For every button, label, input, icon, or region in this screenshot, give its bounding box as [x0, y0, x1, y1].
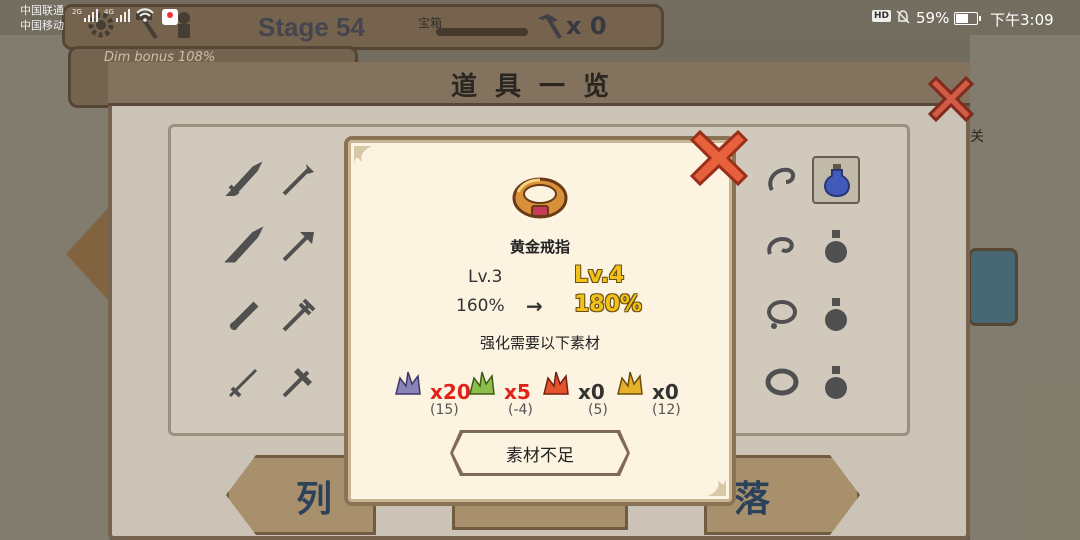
material-gold-required: x0 [652, 380, 679, 404]
material-purple-required: x20 [430, 380, 471, 404]
bonus-next: 180% [574, 292, 642, 317]
signal-1-tag: 2G [72, 8, 82, 16]
battery-percent: 59% [916, 9, 950, 27]
item-name: 黄金戒指 [509, 238, 570, 256]
green-crystal-icon [469, 371, 495, 395]
signal-2-icon [116, 8, 130, 22]
carrier-2: 中国移动 [20, 19, 64, 32]
insufficient-button-label: 素材不足 [506, 445, 574, 466]
level-next: Lv.4 [574, 263, 625, 288]
wifi-icon [136, 8, 154, 22]
battery-icon [954, 12, 981, 25]
gold-ring-icon [512, 177, 568, 219]
corner-ornament-icon [354, 146, 372, 164]
material-purple-owned: (15) [430, 402, 459, 418]
material-green-owned: (-4) [508, 402, 533, 418]
purple-crystal-icon [395, 371, 421, 395]
material-green-required: x5 [504, 380, 531, 404]
map-app-icon [162, 9, 178, 25]
hd-icon: HD [872, 10, 892, 22]
material-red-owned: (5) [588, 402, 608, 418]
red-crystal-icon [543, 371, 569, 395]
signal-1-icon [84, 8, 98, 22]
clock: 下午3:09 [990, 11, 1054, 29]
material-red-required: x0 [578, 380, 605, 404]
upgrade-arrow: → [526, 294, 543, 318]
level-current: Lv.3 [468, 267, 503, 287]
material-gold: x0 (12) [614, 366, 704, 422]
signal-2-tag: 4G [104, 8, 114, 16]
carrier-labels: 中国联通 中国移动 [20, 3, 64, 33]
insufficient-materials-button[interactable]: 素材不足 [453, 433, 627, 473]
gold-crystal-icon [617, 371, 643, 395]
status-bar: 中国联通 中国移动 2G 4G HD 59% 下午3:09 [0, 0, 1080, 36]
close-icon[interactable] [684, 124, 754, 192]
material-gold-owned: (12) [652, 402, 681, 418]
carrier-1: 中国联通 [20, 4, 64, 17]
corner-ornament-icon [708, 478, 726, 496]
bonus-current: 160% [456, 296, 505, 316]
requirement-text: 强化需要以下素材 [479, 334, 600, 352]
mute-icon [896, 10, 910, 24]
